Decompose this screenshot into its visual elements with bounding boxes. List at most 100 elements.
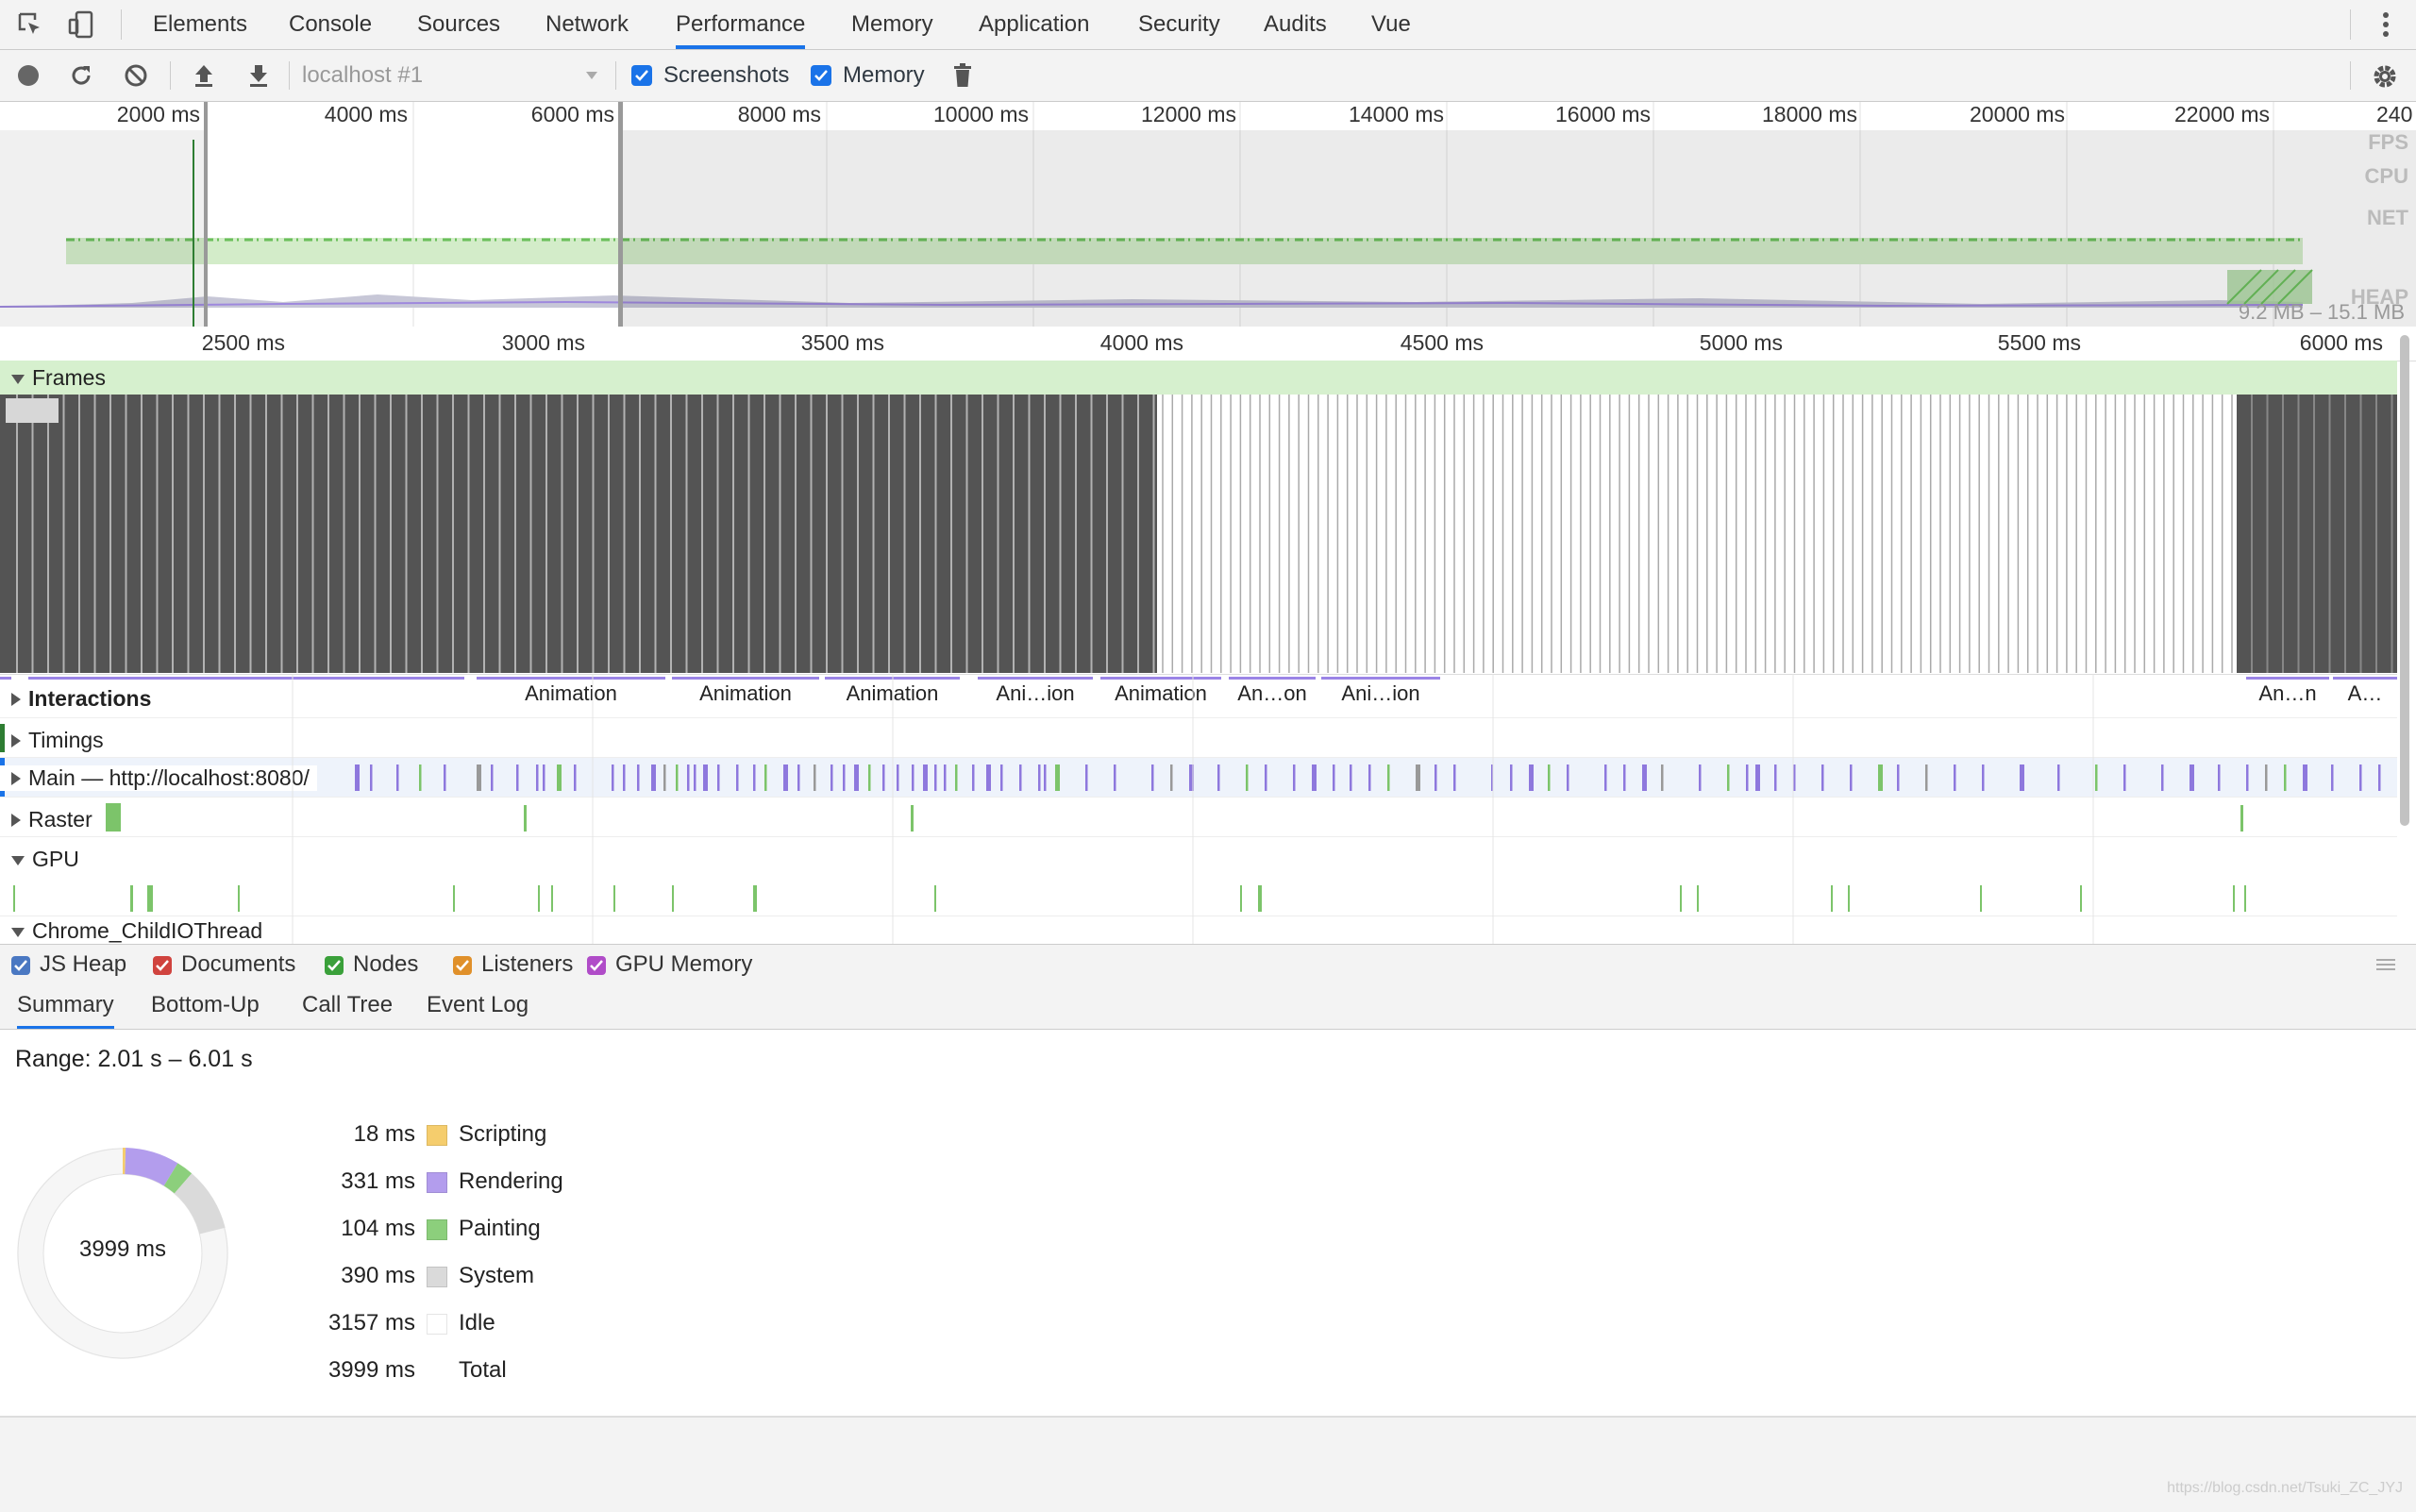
- interaction-animation[interactable]: Ani…ion: [1321, 677, 1440, 706]
- checkmark-icon: [634, 68, 649, 83]
- drag-handle-icon[interactable]: [2376, 958, 2395, 971]
- more-options-icon[interactable]: [2369, 8, 2403, 42]
- main-thread-task: [516, 764, 519, 791]
- interaction-animation[interactable]: Animation: [825, 677, 960, 706]
- main-thread-task: [897, 764, 899, 791]
- clear-icon[interactable]: [123, 62, 149, 89]
- gpu-track[interactable]: GPU: [0, 836, 2397, 877]
- tab-sources[interactable]: Sources: [417, 0, 500, 49]
- tab-vue[interactable]: Vue: [1371, 0, 1411, 49]
- toolbar-divider: [2350, 61, 2351, 90]
- screenshots-checkbox[interactable]: [631, 65, 652, 86]
- tab-elements[interactable]: Elements: [153, 0, 247, 49]
- tab-divider: [121, 9, 122, 40]
- watermark: https://blog.csdn.net/Tsuki_ZC_JYJ: [2167, 1480, 2403, 1497]
- tab-summary[interactable]: Summary: [17, 983, 114, 1029]
- target-select-value: localhost #1: [302, 58, 423, 93]
- main-thread-task: [923, 764, 928, 791]
- tab-bottom-up[interactable]: Bottom-Up: [151, 983, 260, 1029]
- tab-audits[interactable]: Audits: [1264, 0, 1327, 49]
- interaction-animation[interactable]: Animation: [672, 677, 819, 706]
- main-thread-track[interactable]: Main — http://localhost:8080/: [0, 757, 2397, 798]
- raster-track[interactable]: Raster: [0, 797, 2397, 837]
- main-thread-task: [1982, 764, 1985, 791]
- tab-call-tree[interactable]: Call Tree: [302, 983, 393, 1029]
- main-thread-task: [717, 764, 720, 791]
- tab-application[interactable]: Application: [979, 0, 1089, 49]
- interaction-animation[interactable]: Animation: [1100, 677, 1221, 706]
- main-thread-task: [764, 764, 767, 791]
- tab-memory[interactable]: Memory: [851, 0, 933, 49]
- garbage-collect-icon[interactable]: [949, 62, 976, 89]
- ruler-tick-label: 4500 ms: [1401, 330, 1484, 356]
- interaction-animation[interactable]: A…: [2333, 677, 2397, 706]
- gpu-task: [2080, 885, 2082, 912]
- interactions-track[interactable]: Interactions AnimationAnimationAnimation…: [0, 674, 2397, 714]
- child-io-track[interactable]: Chrome_ChildIOThread: [0, 916, 2397, 945]
- devtools-tab-bar: Elements Console Sources Network Performance…: [0, 0, 2416, 50]
- ruler-tick-label: 5500 ms: [1998, 330, 2081, 356]
- toolbar-divider: [615, 61, 616, 90]
- tab-security[interactable]: Security: [1138, 0, 1220, 49]
- main-thread-task: [2020, 764, 2024, 791]
- gpu-task: [672, 885, 674, 912]
- gear-icon[interactable]: [2369, 60, 2401, 92]
- gpu-task: [13, 885, 15, 912]
- interaction-animation[interactable]: Ani…ion: [978, 677, 1093, 706]
- flamechart-scrollbar[interactable]: [2400, 335, 2409, 826]
- frames-track[interactable]: [0, 395, 2397, 673]
- summary-value: 104 ms: [302, 1216, 415, 1242]
- tab-performance[interactable]: Performance: [676, 0, 805, 49]
- gpu-task: [238, 885, 240, 912]
- main-thread-task: [1491, 764, 1494, 791]
- interaction-animation[interactable]: Animation: [477, 677, 665, 706]
- legend-checkbox[interactable]: [11, 956, 30, 975]
- gpu-task: [2244, 885, 2246, 912]
- pie-slice-rendering: [126, 1161, 171, 1174]
- timings-track[interactable]: Timings: [0, 717, 2397, 758]
- tab-console[interactable]: Console: [289, 0, 372, 49]
- main-thread-task: [1151, 764, 1154, 791]
- overview-tick-label: 20000 ms: [1970, 102, 2065, 127]
- load-profile-icon[interactable]: [191, 62, 217, 89]
- main-thread-task: [1416, 764, 1420, 791]
- legend-checkbox[interactable]: [325, 956, 344, 975]
- main-thread-task: [1755, 764, 1760, 791]
- frames-track-label: Frames: [0, 365, 106, 391]
- interaction-animation[interactable]: An…n: [2246, 677, 2329, 706]
- gpu-task: [538, 885, 540, 912]
- interaction-animation[interactable]: An…on: [1229, 677, 1316, 706]
- save-profile-icon[interactable]: [245, 62, 272, 89]
- device-toolbar-icon[interactable]: [66, 9, 96, 40]
- main-thread-task: [1217, 764, 1220, 791]
- legend-item-js-heap[interactable]: JS Heap: [11, 945, 126, 984]
- main-thread-task: [1548, 764, 1551, 791]
- legend-checkbox[interactable]: [153, 956, 172, 975]
- frames-track-header[interactable]: Frames: [0, 361, 2397, 395]
- tab-event-log[interactable]: Event Log: [427, 983, 528, 1029]
- legend-checkbox[interactable]: [587, 956, 606, 975]
- main-thread-task: [1019, 764, 1022, 791]
- legend-item-gpu-memory[interactable]: GPU Memory: [587, 945, 752, 984]
- gpu-task: [2233, 885, 2235, 912]
- legend-checkbox[interactable]: [453, 956, 472, 975]
- toolbar-divider: [289, 61, 290, 90]
- reload-record-icon[interactable]: [68, 62, 94, 89]
- main-thread-task: [1000, 764, 1003, 791]
- main-thread-task: [854, 764, 859, 791]
- timeline-overview[interactable]: 2000 ms4000 ms6000 ms8000 ms10000 ms1200…: [0, 102, 2416, 328]
- main-thread-task: [694, 764, 696, 791]
- main-thread-task: [355, 764, 360, 791]
- main-thread-task: [753, 764, 756, 791]
- legend-item-nodes[interactable]: Nodes: [325, 945, 418, 984]
- gpu-task: [613, 885, 615, 912]
- summary-swatch: [427, 1314, 447, 1335]
- record-icon[interactable]: [15, 62, 42, 89]
- legend-item-documents[interactable]: Documents: [153, 945, 295, 984]
- tab-network[interactable]: Network: [545, 0, 629, 49]
- main-thread-task: [736, 764, 739, 791]
- target-select[interactable]: localhost #1: [300, 58, 604, 93]
- memory-checkbox[interactable]: [811, 65, 831, 86]
- legend-item-listeners[interactable]: Listeners: [453, 945, 573, 984]
- inspect-element-icon[interactable]: [15, 9, 45, 40]
